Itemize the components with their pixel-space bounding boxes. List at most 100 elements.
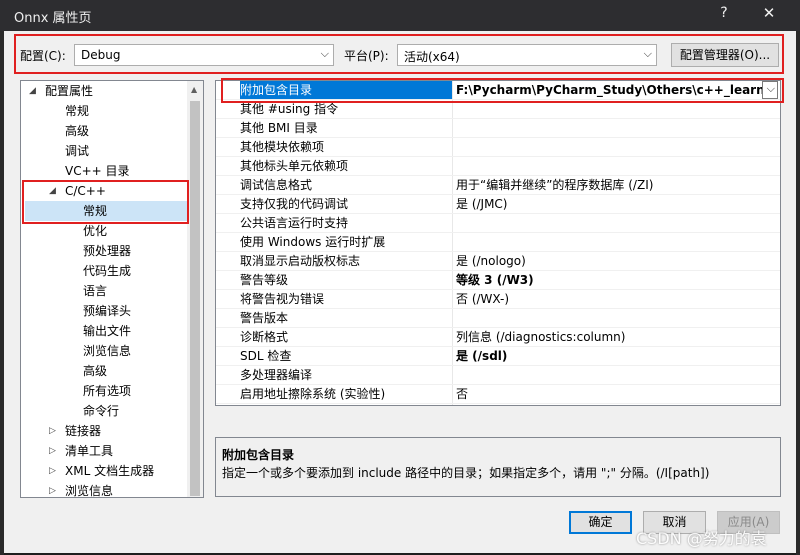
property-value[interactable]: 是 (/nologo): [456, 252, 776, 271]
property-row[interactable]: 其他 BMI 目录: [216, 119, 780, 138]
property-row[interactable]: SDL 检查 是 (/sdl): [216, 347, 780, 366]
tree-item-label: 清单工具: [65, 444, 114, 458]
include-dirs-dropdown-button[interactable]: ⌵: [762, 81, 778, 99]
property-value[interactable]: 否 (/WX-): [456, 290, 776, 309]
tree-item-label: 高级: [83, 364, 108, 378]
description-title: 附加包含目录: [222, 448, 295, 462]
property-row[interactable]: 诊断格式 列信息 (/diagnostics:column): [216, 328, 780, 347]
tree-item[interactable]: 高级: [21, 121, 187, 141]
tree-item[interactable]: 预编译头: [21, 301, 187, 321]
tree-item[interactable]: 语言: [21, 281, 187, 301]
property-name: 启用地址擦除系统 (实验性): [240, 387, 386, 401]
property-name: 其他标头单元依赖项: [240, 159, 349, 173]
tree-item[interactable]: 输出文件: [21, 321, 187, 341]
property-row[interactable]: 多处理器编译: [216, 366, 780, 385]
platform-label: 平台(P):: [344, 49, 389, 63]
property-value[interactable]: 列信息 (/diagnostics:column): [456, 328, 776, 347]
description-text: 指定一个或多个要添加到 include 路径中的目录；如果指定多个，请用 ";"…: [222, 466, 710, 480]
window-title: Onnx 属性页: [14, 11, 92, 26]
tree-item[interactable]: 常规: [21, 101, 187, 121]
property-row[interactable]: 其他标头单元依赖项: [216, 157, 780, 176]
chevron-down-icon: ⌵: [643, 47, 652, 60]
config-dropdown[interactable]: Debug ⌵: [74, 44, 334, 66]
property-name: 公共语言运行时支持: [240, 216, 349, 230]
tree-item-label: 常规: [65, 104, 90, 118]
property-value[interactable]: [456, 309, 776, 328]
property-value[interactable]: 是 (/JMC): [456, 195, 776, 214]
property-value[interactable]: 用于“编辑并继续”的程序数据库 (/ZI): [456, 176, 776, 195]
property-row[interactable]: 公共语言运行时支持: [216, 214, 780, 233]
property-value[interactable]: [456, 233, 776, 252]
title-bar: Onnx 属性页 ? ✕: [0, 0, 800, 31]
collapsed-arrow-icon[interactable]: ▷: [49, 461, 56, 481]
tree-item-label: 预编译头: [83, 304, 132, 318]
tree-item-label: 调试: [65, 144, 90, 158]
tree-item-label: XML 文档生成器: [65, 464, 155, 478]
tree-item[interactable]: ▷ XML 文档生成器: [21, 461, 187, 481]
scrollbar-thumb[interactable]: [190, 101, 200, 496]
ok-button[interactable]: 确定: [569, 511, 632, 534]
property-value[interactable]: 否: [456, 385, 776, 404]
tree-scrollbar[interactable]: ▲: [187, 81, 203, 497]
property-row[interactable]: 其他模块依赖项: [216, 138, 780, 157]
property-grid: 附加包含目录 F:\Pycharm\PyCharm_Study\Others\c+…: [215, 80, 781, 406]
close-button[interactable]: ✕: [756, 4, 782, 26]
chevron-down-icon: ⌵: [320, 47, 329, 60]
tree-item-label: 代码生成: [83, 264, 132, 278]
collapsed-arrow-icon[interactable]: ▷: [49, 441, 56, 461]
category-tree: ▷ 浏览信息 ▷ XML 文档生成器 ▷ 清单工具 ▷ 链接器 命令行 所有选项 高级 浏览信息 输出文…: [20, 80, 204, 498]
tree-item[interactable]: 优化: [21, 221, 187, 241]
property-row[interactable]: 取消显示启动版权标志 是 (/nologo): [216, 252, 780, 271]
tree-item[interactable]: ◢ 配置属性: [21, 81, 187, 101]
scroll-up-icon[interactable]: ▲: [191, 85, 197, 94]
chevron-down-icon: ⌵: [766, 82, 775, 95]
property-value[interactable]: 是 (/sdl): [456, 347, 776, 366]
tree-item[interactable]: ▷ 浏览信息: [21, 481, 187, 497]
property-value[interactable]: [456, 366, 776, 385]
property-value[interactable]: [456, 119, 776, 138]
annotation-box-cpp: [22, 180, 189, 224]
collapsed-arrow-icon[interactable]: ▷: [49, 481, 56, 497]
property-value[interactable]: [456, 214, 776, 233]
property-name: 将警告视为错误: [240, 292, 325, 306]
expanded-arrow-icon[interactable]: ◢: [29, 81, 36, 101]
property-name: 警告等级: [240, 273, 289, 287]
tree-item[interactable]: VC++ 目录: [21, 161, 187, 181]
tree-item[interactable]: 调试: [21, 141, 187, 161]
tree-item-label: 高级: [65, 124, 90, 138]
platform-dropdown[interactable]: 活动(x64) ⌵: [397, 44, 657, 66]
tree-item[interactable]: 所有选项: [21, 381, 187, 401]
property-row[interactable]: 调试信息格式 用于“编辑并继续”的程序数据库 (/ZI): [216, 176, 780, 195]
tree-item[interactable]: 浏览信息: [21, 341, 187, 361]
property-value[interactable]: 等级 3 (/W3): [456, 271, 776, 290]
tree-item[interactable]: 代码生成: [21, 261, 187, 281]
property-name: SDL 检查: [240, 349, 292, 363]
property-row[interactable]: 使用 Windows 运行时扩展: [216, 233, 780, 252]
annotation-box-include-dirs: [221, 78, 784, 103]
platform-value: 活动(x64): [404, 50, 460, 64]
property-name: 支持仅我的代码调试: [240, 197, 349, 211]
property-value[interactable]: [456, 157, 776, 176]
tree-item-label: 配置属性: [45, 84, 94, 98]
property-value[interactable]: [456, 138, 776, 157]
property-row[interactable]: 支持仅我的代码调试 是 (/JMC): [216, 195, 780, 214]
config-manager-button[interactable]: 配置管理器(O)...: [671, 43, 779, 67]
collapsed-arrow-icon[interactable]: ▷: [49, 421, 56, 441]
tree-item[interactable]: 命令行: [21, 401, 187, 421]
property-row[interactable]: 启用地址擦除系统 (实验性) 否: [216, 385, 780, 404]
tree-item-label: 语言: [83, 284, 108, 298]
tree-item-label: 浏览信息: [83, 344, 132, 358]
property-row[interactable]: 将警告视为错误 否 (/WX-): [216, 290, 780, 309]
description-panel: 附加包含目录 指定一个或多个要添加到 include 路径中的目录；如果指定多个…: [215, 437, 781, 497]
property-name: 使用 Windows 运行时扩展: [240, 235, 386, 249]
tree-item[interactable]: ▷ 链接器: [21, 421, 187, 441]
property-name: 取消显示启动版权标志: [240, 254, 361, 268]
property-row[interactable]: 警告等级 等级 3 (/W3): [216, 271, 780, 290]
property-name: 诊断格式: [240, 330, 289, 344]
property-row[interactable]: 警告版本: [216, 309, 780, 328]
tree-item[interactable]: 高级: [21, 361, 187, 381]
tree-item[interactable]: 预处理器: [21, 241, 187, 261]
tree-item[interactable]: ▷ 清单工具: [21, 441, 187, 461]
property-name: 其他模块依赖项: [240, 140, 325, 154]
help-button[interactable]: ?: [712, 5, 736, 25]
